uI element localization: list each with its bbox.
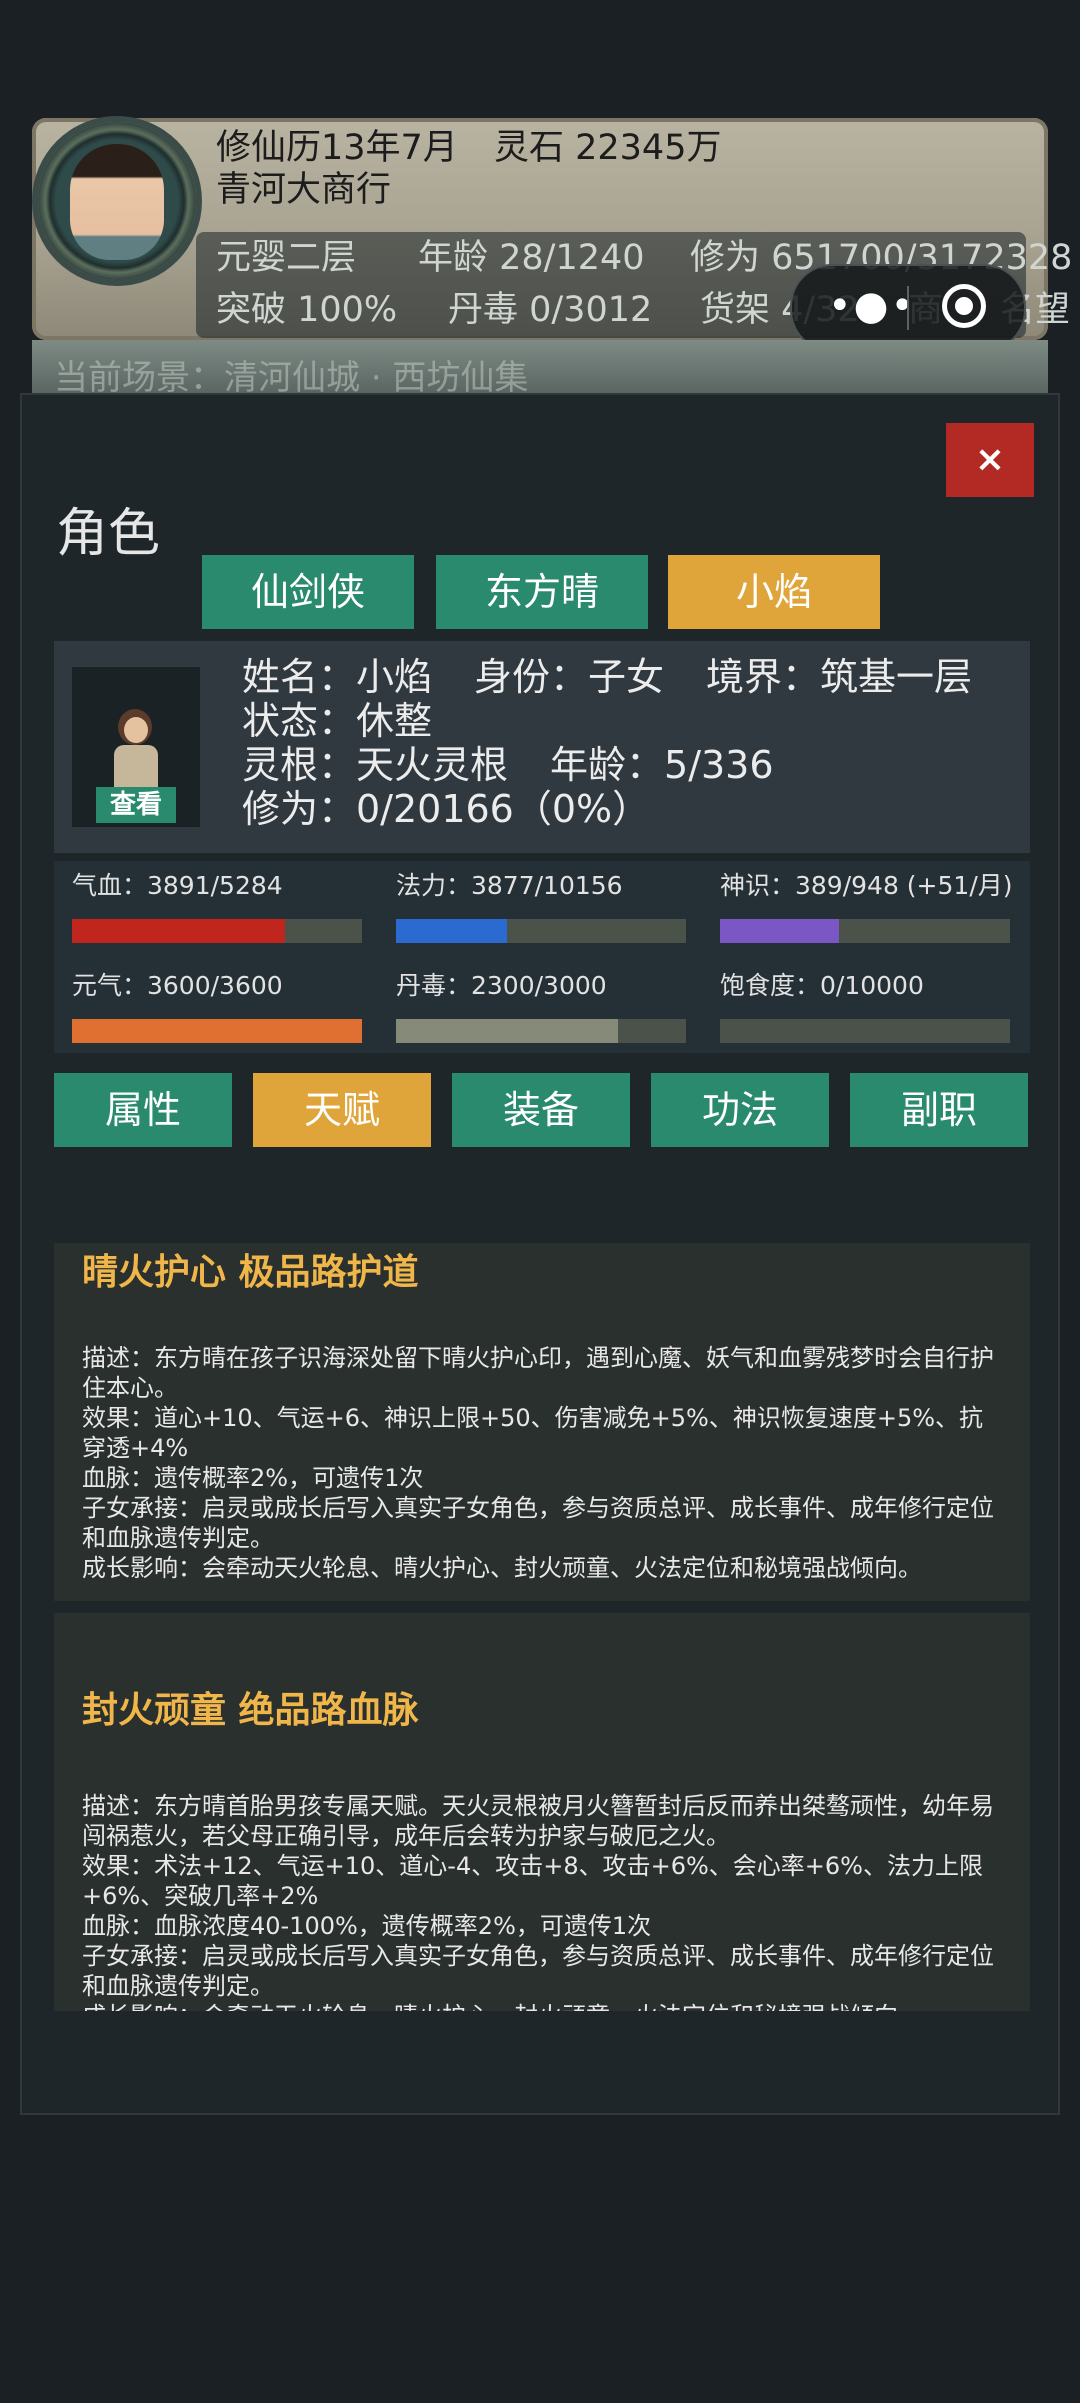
character-modal: × 角色 仙剑侠 东方晴 小焰 查看 姓名：小焰 身份：子女 境界：筑基一层 状态：… — [20, 393, 1060, 2115]
cultivation-info-text: 修为：0/20166（0%） — [242, 787, 651, 831]
talent-growth: 成长影响：会牵动天火轮息、晴火护心、封火顽童、火法定位和秘境强战倾向。 — [82, 2001, 1002, 2011]
stat-satiety: 饱食度：0/10000 — [720, 971, 1010, 1043]
miniprogram-capsule[interactable]: •●• — [790, 264, 1026, 352]
character-portrait[interactable]: 查看 — [72, 667, 200, 827]
talent-effect: 效果：道心+10、气运+6、神识上限+50、伤害减免+5%、神识恢复速度+5%、… — [82, 1404, 984, 1462]
talent-card: 封火顽童 绝品路血脉 描述：东方晴首胎男孩专属天赋。天火灵根被月火簪暂封后反而养… — [54, 1613, 1030, 2011]
stat-mana: 法力：3877/10156 — [396, 871, 686, 943]
stat-pill-poison: 丹毒：2300/3000 — [396, 971, 686, 1043]
talent-title: 封火顽童 绝品路血脉 — [82, 1690, 419, 1731]
talent-card: 晴火护心 极品路护道 描述：东方晴在孩子识海深处留下晴火护心印，遇到心魔、妖气和… — [54, 1243, 1030, 1601]
talent-inheritance: 子女承接：启灵或成长后写入真实子女角色，参与资质总评、成长事件、成年修行定位和血… — [82, 1942, 994, 2000]
talent-bloodline: 血脉：血脉浓度40-100%，遗传概率2%，可遗传1次 — [82, 1912, 652, 1940]
capsule-divider — [907, 286, 909, 330]
tab-side-jobs[interactable]: 副职 — [850, 1073, 1028, 1147]
stat-spirit-sense-label: 神识：389/948 (+51/月) — [720, 871, 1013, 900]
stat-hp: 气血：3891/5284 — [72, 871, 362, 943]
shop-name-text: 青河大商行 — [216, 170, 392, 210]
talent-inheritance: 子女承接：启灵或成长后写入真实子女角色，参与资质总评、成长事件、成年修行定位和血… — [82, 1494, 994, 1552]
stat-mana-bar — [396, 919, 686, 943]
stat-pill-poison-bar — [396, 1019, 686, 1043]
identity-text: 身份：子女 — [474, 655, 665, 699]
talent-title: 晴火护心 极品路护道 — [82, 1252, 419, 1293]
pill-poison-text: 丹毒 0/3012 — [448, 290, 653, 330]
more-icon[interactable]: •●• — [828, 284, 916, 328]
stat-pill-poison-label: 丹毒：2300/3000 — [396, 971, 607, 1000]
calendar-text: 修仙历13年7月 — [216, 128, 458, 168]
character-info-card: 查看 姓名：小焰 身份：子女 境界：筑基一层 状态：休整 灵根：天火灵根 年龄：5/3… — [54, 641, 1030, 853]
scene-text: 当前场景：清河仙城 · 西坊仙集 — [54, 358, 529, 398]
tab-attributes[interactable]: 属性 — [54, 1073, 232, 1147]
info-row-3: 灵根：天火灵根 年龄：5/336 — [242, 743, 774, 787]
stat-vitality: 元气：3600/3600 — [72, 971, 362, 1043]
stat-spirit-sense: 神识：389/948 (+51/月) — [720, 871, 1013, 943]
char-tab-dongfangqing[interactable]: 东方晴 — [436, 555, 648, 629]
stat-vitality-fill — [72, 1019, 362, 1043]
stat-satiety-label: 饱食度：0/10000 — [720, 971, 924, 1000]
spirit-root-text: 灵根：天火灵根 — [242, 743, 509, 787]
talent-list[interactable]: 晴火护心 极品路护道 描述：东方晴在孩子识海深处留下晴火护心印，遇到心魔、妖气和… — [54, 1243, 1030, 2011]
info-row-1: 姓名：小焰 身份：子女 境界：筑基一层 — [242, 655, 972, 699]
stat-hp-bar — [72, 919, 362, 943]
stat-spirit-sense-bar — [720, 919, 1010, 943]
status-text: 状态：休整 — [242, 699, 433, 743]
realm-text: 元婴二层 — [216, 238, 357, 278]
close-button[interactable]: × — [946, 423, 1034, 497]
stat-vitality-bar — [72, 1019, 362, 1043]
stat-mana-label: 法力：3877/10156 — [396, 871, 623, 900]
modal-title: 角色 — [56, 504, 161, 564]
view-button[interactable]: 查看 — [96, 787, 176, 823]
tab-equipment[interactable]: 装备 — [452, 1073, 630, 1147]
talent-description: 描述：东方晴首胎男孩专属天赋。天火灵根被月火簪暂封后反而养出桀骜顽性，幼年易闯祸… — [82, 1792, 994, 1850]
stat-vitality-label: 元气：3600/3600 — [72, 971, 283, 1000]
talent-growth: 成长影响：会牵动天火轮息、晴火护心、封火顽童、火法定位和秘境强战倾向。 — [82, 1554, 922, 1582]
stat-spirit-sense-fill — [720, 919, 839, 943]
talent-effect: 效果：术法+12、气运+10、道心-4、攻击+8、攻击+6%、会心率+6%、法力… — [82, 1852, 983, 1910]
realm-info-text: 境界：筑基一层 — [706, 655, 973, 699]
figure-body — [114, 745, 158, 793]
age-info-text: 年龄：5/336 — [550, 743, 774, 787]
stat-mana-fill — [396, 919, 507, 943]
avatar-portrait — [70, 144, 164, 260]
figure-face — [124, 717, 148, 743]
breakthrough-text: 突破 100% — [216, 290, 398, 330]
stat-hp-label: 气血：3891/5284 — [72, 871, 283, 900]
char-tab-xiaoyan[interactable]: 小焰 — [668, 555, 880, 629]
stat-hp-fill — [72, 919, 286, 943]
tab-skills[interactable]: 功法 — [651, 1073, 829, 1147]
player-avatar[interactable] — [38, 122, 196, 280]
tab-talents[interactable]: 天赋 — [253, 1073, 431, 1147]
name-text: 姓名：小焰 — [242, 655, 433, 699]
talent-bloodline: 血脉：遗传概率2%，可遗传1次 — [82, 1464, 424, 1492]
age-text: 年龄 28/1240 — [418, 238, 645, 278]
char-tab-xianjianxia[interactable]: 仙剑侠 — [202, 555, 414, 629]
spirit-stones-text: 灵石 22345万 — [494, 128, 722, 168]
stat-pill-poison-fill — [396, 1019, 619, 1043]
talent-description: 描述：东方晴在孩子识海深处留下晴火护心印，遇到心魔、妖气和血雾残梦时会自行护住本… — [82, 1344, 994, 1402]
close-miniprogram-icon[interactable] — [942, 284, 986, 328]
stats-panel: 气血：3891/5284 法力：3877/10156 神识：389/948 (+… — [54, 861, 1030, 1053]
scene-strip: 当前场景：清河仙城 · 西坊仙集 — [32, 340, 1048, 400]
stat-satiety-bar — [720, 1019, 1010, 1043]
